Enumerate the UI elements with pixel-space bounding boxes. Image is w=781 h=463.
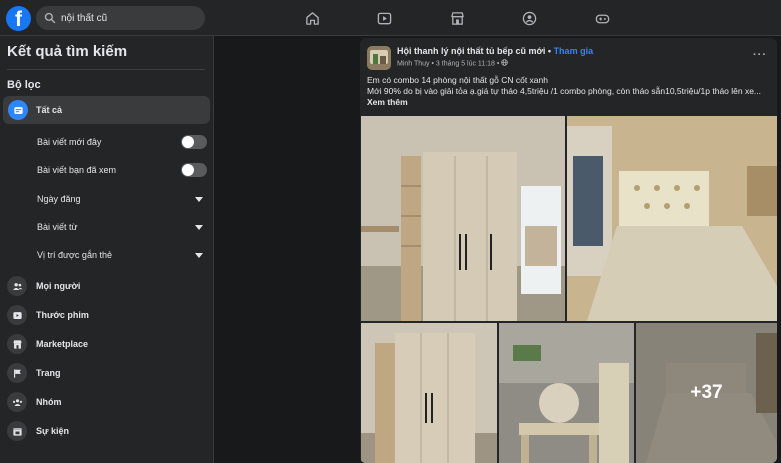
sidebar-item-reels[interactable]: Thước phim <box>7 304 207 326</box>
marketplace-icon <box>7 334 27 354</box>
public-globe-icon <box>501 59 509 68</box>
sidebar-item-label: Mọi người <box>36 281 81 291</box>
seen-posts-toggle[interactable] <box>181 163 207 177</box>
reels-icon <box>7 305 27 325</box>
sidebar-item-events[interactable]: Sự kiện <box>7 420 207 442</box>
filter-posts-from[interactable]: Bài viết từ <box>37 217 207 237</box>
flag-icon <box>7 363 27 383</box>
filters-heading: Bộ lọc <box>7 79 41 91</box>
sidebar-divider <box>7 69 205 70</box>
nav-gaming[interactable] <box>591 7 613 29</box>
marketplace-icon <box>450 11 464 25</box>
filter-seen-posts-label: Bài viết bạn đã xem <box>37 165 117 175</box>
home-icon <box>305 11 319 25</box>
post-more-options-icon[interactable]: ··· <box>753 49 767 61</box>
sidebar-item-groups[interactable]: Nhóm <box>7 391 207 413</box>
sidebar-item-label: Trang <box>36 368 61 378</box>
post-timestamp[interactable]: 3 tháng 5 lúc 11:18 <box>436 60 495 67</box>
sidebar-title: Kết quả tìm kiếm <box>7 43 128 60</box>
search-result-post: Hội thanh lý nội thất tủ bếp cũ mới • Th… <box>360 38 777 463</box>
see-more-link[interactable]: Xem thêm <box>367 97 772 108</box>
group-avatar[interactable] <box>367 46 391 70</box>
filter-seen-posts[interactable]: Bài viết bạn đã xem <box>37 160 207 180</box>
filter-date-posted[interactable]: Ngày đăng <box>37 189 207 209</box>
filter-tagged-location[interactable]: Vị trí được gắn thẻ <box>37 245 207 265</box>
nav-home[interactable] <box>301 7 323 29</box>
filter-all[interactable]: Tất cả <box>3 96 210 124</box>
filter-tagged-location-label: Vị trí được gắn thẻ <box>37 250 112 260</box>
join-group-link[interactable]: Tham gia <box>554 46 594 56</box>
chevron-down-icon <box>195 252 203 258</box>
top-navigation-bar: f <box>0 0 781 36</box>
post-photo-3[interactable] <box>361 323 497 463</box>
filter-posts-from-label: Bài viết từ <box>37 222 78 232</box>
search-results-sidebar: Kết quả tìm kiếm Bộ lọc Tất cả Bài viết … <box>0 36 214 463</box>
chevron-down-icon <box>195 196 203 202</box>
search-icon <box>44 12 56 24</box>
recent-posts-toggle[interactable] <box>181 135 207 149</box>
sidebar-item-label: Sự kiện <box>36 426 70 436</box>
filter-recent-posts[interactable]: Bài viết mới đây <box>37 132 207 152</box>
group-name-link[interactable]: Hội thanh lý nội thất tủ bếp cũ mới <box>397 46 545 56</box>
post-photo-2[interactable] <box>567 116 777 321</box>
post-text: Em có combo 14 phòng nội thất gỗ CN cốt … <box>367 75 772 108</box>
facebook-logo[interactable]: f <box>6 6 31 31</box>
sidebar-item-label: Marketplace <box>36 339 89 349</box>
sidebar-item-marketplace[interactable]: Marketplace <box>7 333 207 355</box>
sidebar-item-pages[interactable]: Trang <box>7 362 207 384</box>
sidebar-item-label: Nhóm <box>36 397 62 407</box>
post-text-line-2: Mới 90% do bị vào giải tỏa ạ.giá tự tháo… <box>367 86 762 96</box>
people-icon <box>7 276 27 296</box>
header-separator: • <box>545 46 554 56</box>
post-photo-5[interactable]: +37 <box>636 323 777 463</box>
post-meta: Minh Thuy • 3 tháng 5 lúc 11:18 • <box>397 59 509 68</box>
filter-date-posted-label: Ngày đăng <box>37 194 81 204</box>
post-group-header: Hội thanh lý nội thất tủ bếp cũ mới • Th… <box>397 46 593 56</box>
nav-groups[interactable] <box>518 7 540 29</box>
filter-recent-posts-label: Bài viết mới đây <box>37 137 102 147</box>
nav-marketplace[interactable] <box>446 7 468 29</box>
nav-video[interactable] <box>373 7 395 29</box>
groups-icon <box>7 392 27 412</box>
groups-icon <box>522 11 536 25</box>
chevron-down-icon <box>195 224 203 230</box>
post-author[interactable]: Minh Thuy <box>397 60 430 67</box>
filter-all-label: Tất cả <box>36 105 63 115</box>
more-photos-overlay[interactable]: +37 <box>636 323 777 463</box>
search-box[interactable] <box>36 6 205 30</box>
posts-icon <box>8 100 28 120</box>
gaming-icon <box>595 14 609 23</box>
calendar-icon <box>7 421 27 441</box>
video-icon <box>377 12 391 24</box>
sidebar-item-people[interactable]: Mọi người <box>7 275 207 297</box>
sidebar-item-label: Thước phim <box>36 310 89 320</box>
post-text-line-1: Em có combo 14 phòng nội thất gỗ CN cốt … <box>367 75 548 85</box>
post-photo-4[interactable] <box>499 323 634 463</box>
search-input[interactable] <box>61 12 201 24</box>
post-photo-1[interactable] <box>361 116 565 321</box>
